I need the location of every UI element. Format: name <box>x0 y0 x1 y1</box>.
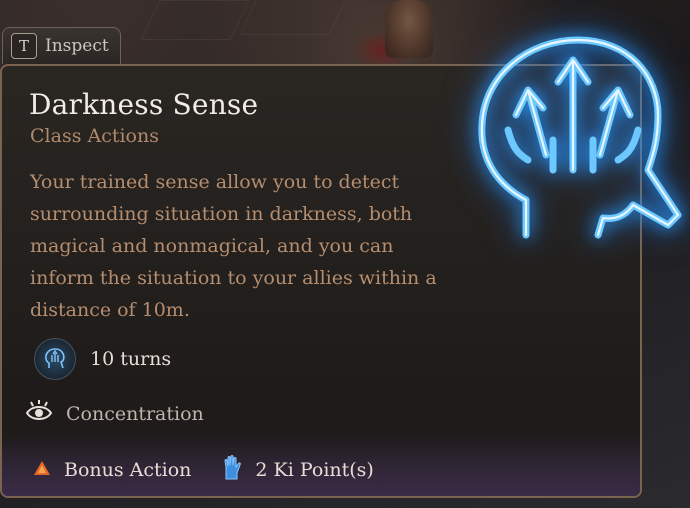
action-type-text: Bonus Action <box>64 459 192 481</box>
background-character <box>385 0 433 58</box>
ability-title: Darkness Sense <box>29 88 259 121</box>
inspect-tab[interactable]: T Inspect <box>2 27 121 64</box>
concentration-row: Concentration <box>24 398 204 430</box>
ki-hand-icon <box>221 455 243 485</box>
ability-description: Your trained sense allow you to detect s… <box>30 171 437 321</box>
cost-text: 2 Ki Point(s) <box>255 459 374 481</box>
ability-category: Class Actions <box>30 125 159 147</box>
glowing-head-arrows-icon <box>458 20 688 250</box>
inspect-label: Inspect <box>45 36 109 56</box>
inspect-key: T <box>11 33 37 59</box>
duration-row: 10 turns <box>34 338 171 380</box>
concentration-eye-icon <box>24 398 54 430</box>
background-floor-tile <box>239 0 351 35</box>
duration-text: 10 turns <box>90 348 172 370</box>
bonus-action-triangle-icon <box>32 458 52 482</box>
concentration-text: Concentration <box>66 403 204 425</box>
duration-head-icon <box>34 338 76 380</box>
cost-row: Bonus Action 2 Ki Point(s) <box>32 455 374 485</box>
background-floor-tile <box>140 0 250 40</box>
